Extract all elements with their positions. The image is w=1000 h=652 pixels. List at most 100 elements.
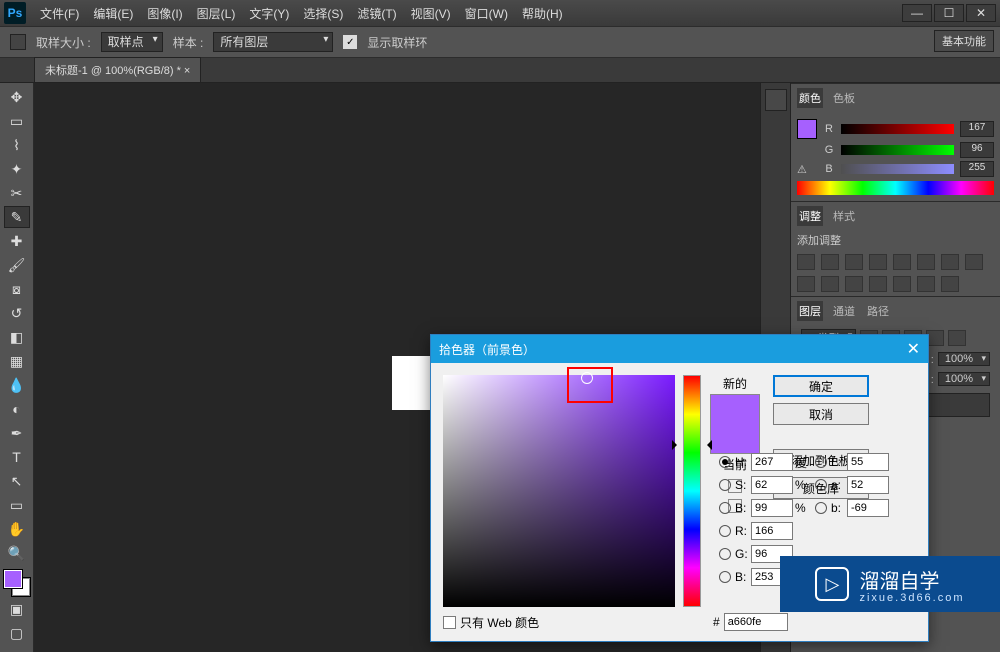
close-button[interactable]: ✕ — [966, 4, 996, 22]
type-tool[interactable]: T — [4, 446, 30, 468]
adj-hue-icon[interactable] — [917, 254, 935, 270]
b-value[interactable]: 255 — [960, 161, 994, 177]
s-input[interactable] — [751, 476, 793, 494]
g-slider[interactable] — [841, 145, 954, 155]
maximize-button[interactable]: ☐ — [934, 4, 964, 22]
fill-value[interactable]: 100% — [938, 372, 990, 386]
dodge-tool[interactable]: ◐ — [4, 398, 30, 420]
wand-tool[interactable]: ✦ — [4, 158, 30, 180]
color-swatches[interactable] — [4, 570, 30, 596]
foreground-swatch[interactable] — [4, 570, 22, 588]
h-input[interactable] — [751, 453, 793, 471]
lasso-tool[interactable]: ⌇ — [4, 134, 30, 156]
menu-filter[interactable]: 滤镜(T) — [351, 3, 402, 24]
adj-bw-icon[interactable] — [941, 254, 959, 270]
l-input[interactable] — [847, 453, 889, 471]
bv-radio[interactable] — [719, 502, 731, 514]
l-radio[interactable] — [815, 456, 827, 468]
adj-selcolor-icon[interactable] — [941, 276, 959, 292]
tab-paths[interactable]: 路径 — [865, 301, 891, 321]
a-input[interactable] — [847, 476, 889, 494]
spectrum-ramp[interactable] — [797, 181, 994, 195]
cancel-button[interactable]: 取消 — [773, 403, 869, 425]
heal-tool[interactable]: ✚ — [4, 230, 30, 252]
g-value[interactable]: 96 — [960, 142, 994, 158]
menu-type[interactable]: 文字(Y) — [243, 3, 295, 24]
b-input[interactable] — [847, 499, 889, 517]
workspace-switcher[interactable]: 基本功能 — [934, 30, 994, 52]
dialog-title-bar[interactable]: 拾色器（前景色） ✕ — [431, 335, 928, 363]
menu-edit[interactable]: 编辑(E) — [87, 3, 139, 24]
menu-image[interactable]: 图像(I) — [141, 3, 188, 24]
ok-button[interactable]: 确定 — [773, 375, 869, 397]
r-radio[interactable] — [719, 525, 731, 537]
screenmode-toggle[interactable]: ▢ — [4, 622, 30, 644]
opacity-value[interactable]: 100% — [938, 352, 990, 366]
document-tab[interactable]: 未标题-1 @ 100%(RGB/8) * × — [34, 57, 201, 82]
filter-smart-icon[interactable] — [948, 330, 966, 346]
show-ring-checkbox[interactable]: ✓ — [343, 35, 357, 49]
bv-input[interactable] — [751, 499, 793, 517]
b-radio[interactable] — [815, 502, 827, 514]
hue-slider[interactable] — [683, 375, 701, 607]
menu-window[interactable]: 窗口(W) — [459, 3, 514, 24]
sample-dropdown[interactable]: 所有图层 — [213, 32, 333, 52]
h-radio[interactable] — [719, 456, 731, 468]
crop-tool[interactable]: ✂ — [4, 182, 30, 204]
adj-vibrance-icon[interactable] — [893, 254, 911, 270]
preview-current-color[interactable] — [711, 424, 759, 453]
blur-tool[interactable]: 💧 — [4, 374, 30, 396]
gradient-tool[interactable]: ▦ — [4, 350, 30, 372]
menu-help[interactable]: 帮助(H) — [516, 3, 569, 24]
r-value[interactable]: 167 — [960, 121, 994, 137]
hand-tool[interactable]: ✋ — [4, 518, 30, 540]
adj-brightness-icon[interactable] — [797, 254, 815, 270]
adj-levels-icon[interactable] — [821, 254, 839, 270]
path-select-tool[interactable]: ↖ — [4, 470, 30, 492]
sample-size-dropdown[interactable]: 取样点 — [101, 32, 163, 52]
adj-exposure-icon[interactable] — [869, 254, 887, 270]
brush-tool[interactable]: 🖌 — [4, 254, 30, 276]
menu-file[interactable]: 文件(F) — [34, 3, 85, 24]
tab-swatches[interactable]: 色板 — [831, 88, 857, 108]
adj-lookup-icon[interactable] — [821, 276, 839, 292]
quickmask-toggle[interactable]: ▣ — [4, 598, 30, 620]
menu-view[interactable]: 视图(V) — [405, 3, 457, 24]
bb-radio[interactable] — [719, 571, 731, 583]
adj-mixer-icon[interactable] — [797, 276, 815, 292]
saturation-value-field[interactable] — [443, 375, 675, 607]
dock-icon[interactable] — [765, 89, 787, 111]
b-slider[interactable] — [841, 164, 954, 174]
tab-color[interactable]: 颜色 — [797, 88, 823, 108]
eraser-tool[interactable]: ◧ — [4, 326, 30, 348]
adj-threshold-icon[interactable] — [893, 276, 911, 292]
pen-tool[interactable]: ✒ — [4, 422, 30, 444]
marquee-tool[interactable]: ▭ — [4, 110, 30, 132]
shape-tool[interactable]: ▭ — [4, 494, 30, 516]
tab-styles[interactable]: 样式 — [831, 206, 857, 226]
web-only-checkbox[interactable] — [443, 616, 456, 629]
zoom-tool[interactable]: 🔍 — [4, 542, 30, 564]
menu-layer[interactable]: 图层(L) — [191, 3, 242, 24]
adj-poster-icon[interactable] — [869, 276, 887, 292]
eyedropper-tool[interactable]: ✎ — [4, 206, 30, 228]
filter-shape-icon[interactable] — [926, 330, 944, 346]
move-tool[interactable]: ✥ — [4, 86, 30, 108]
history-brush-tool[interactable]: ↺ — [4, 302, 30, 324]
adj-photo-filter-icon[interactable] — [965, 254, 983, 270]
menu-select[interactable]: 选择(S) — [297, 3, 349, 24]
stamp-tool[interactable]: ⧇ — [4, 278, 30, 300]
hex-input[interactable] — [724, 613, 788, 631]
tab-channels[interactable]: 通道 — [831, 301, 857, 321]
minimize-button[interactable]: — — [902, 4, 932, 22]
adj-curves-icon[interactable] — [845, 254, 863, 270]
s-radio[interactable] — [719, 479, 731, 491]
fg-preview[interactable] — [797, 119, 817, 139]
adj-invert-icon[interactable] — [845, 276, 863, 292]
g-radio[interactable] — [719, 548, 731, 560]
r-input[interactable] — [751, 522, 793, 540]
tab-adjustments[interactable]: 调整 — [797, 206, 823, 226]
dialog-close-button[interactable]: ✕ — [907, 339, 920, 359]
r-slider[interactable] — [841, 124, 954, 134]
a-radio[interactable] — [815, 479, 827, 491]
